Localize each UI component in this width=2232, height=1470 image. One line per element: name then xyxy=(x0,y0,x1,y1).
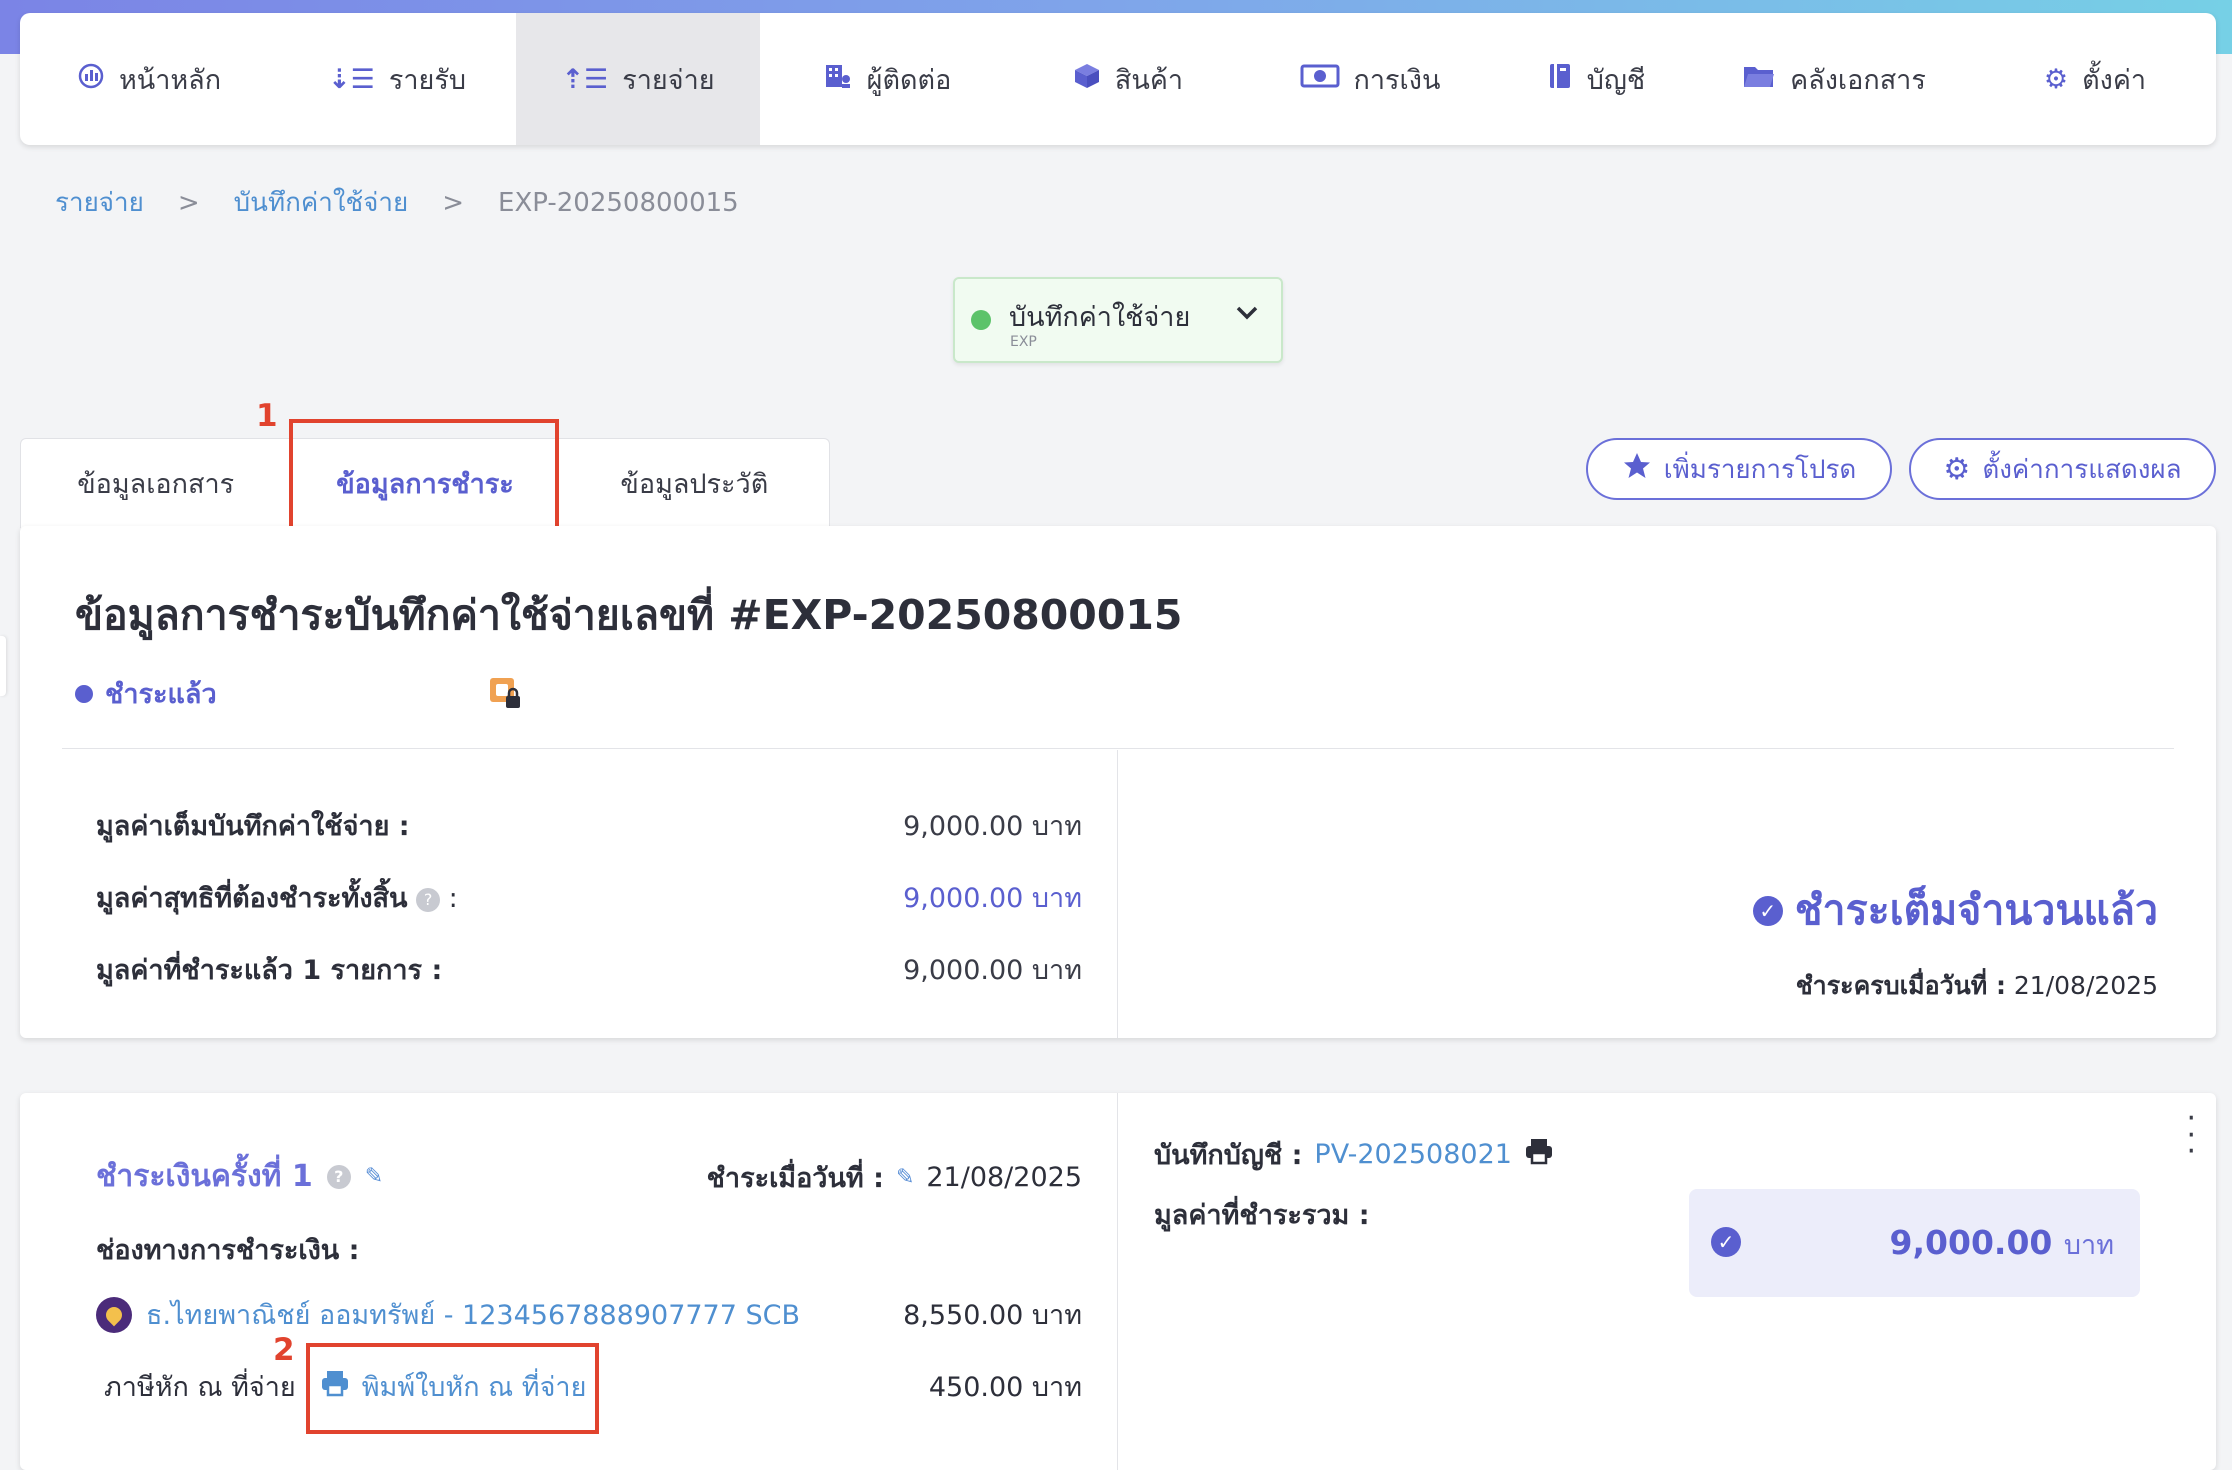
breadcrumb-current: EXP-20250800015 xyxy=(498,187,739,218)
edit-icon[interactable]: ✎ xyxy=(365,1164,383,1189)
tab-history-info[interactable]: ข้อมูลประวัติ xyxy=(560,439,829,528)
bank-payment-row: ธ.ไทยพาณิชย์ ออมทรัพย์ - 123456788890777… xyxy=(96,1293,1082,1336)
expense-list-icon: ⇡☰ xyxy=(561,63,609,95)
more-options-icon[interactable]: · · · xyxy=(2186,1104,2196,1167)
breadcrumb-separator: > xyxy=(177,187,200,218)
printer-icon[interactable] xyxy=(1524,1137,1554,1172)
paid-value-row: มูลค่าที่ชำระแล้ว 1 รายการ : 9,000.00 บา… xyxy=(96,955,1082,986)
check-circle-icon: ✓ xyxy=(1711,1227,1741,1257)
total-paid-label: มูลค่าที่ชำระรวม : xyxy=(1154,1200,1370,1231)
net-value-row: มูลค่าสุทธิที่ต้องชำระทั้งสิ้น ? : 9,000… xyxy=(96,883,1082,914)
gear-icon: ⚙ xyxy=(1943,451,1971,487)
page-title: ข้อมูลการชำระบันทึกค่าใช้จ่ายเลขที่ #EXP… xyxy=(75,591,1183,639)
ledger-icon xyxy=(1547,62,1573,97)
help-icon[interactable]: ? xyxy=(416,887,441,912)
document-type-code: EXP xyxy=(1010,334,1037,350)
payment-entry-title: ชำระเงินครั้งที่ 1 ? ✎ xyxy=(96,1159,384,1194)
paid-complete-date: ชำระครบเมื่อวันที่ : 21/08/2025 xyxy=(1795,971,2158,1000)
payment-date: ชำระเมื่อวันที่ : ✎ 21/08/2025 xyxy=(706,1162,1082,1194)
box-icon xyxy=(1073,62,1101,97)
tab-document-info[interactable]: ข้อมูลเอกสาร xyxy=(21,439,290,528)
document-type-label: บันทึกค่าใช้จ่าย xyxy=(1009,302,1191,333)
payment-channel-label: ช่องทางการชำระเงิน : xyxy=(96,1235,360,1266)
account-record-link[interactable]: PV-202508021 xyxy=(1314,1139,1512,1170)
chevron-down-icon xyxy=(1233,299,1261,335)
nav-item-documents[interactable]: คลังเอกสาร xyxy=(1694,13,1974,145)
add-favorite-button[interactable]: เพิ่มรายการโปรด xyxy=(1586,438,1892,500)
bank-account-link[interactable]: ธ.ไทยพาณิชย์ ออมทรัพย์ - 123456788890777… xyxy=(96,1293,800,1336)
highlight-box-1 xyxy=(289,419,559,532)
display-settings-button[interactable]: ⚙ ตั้งค่าการแสดงผล xyxy=(1909,438,2216,500)
side-panel-handle[interactable] xyxy=(0,636,6,696)
contacts-icon xyxy=(823,61,853,98)
nav-item-expense[interactable]: ⇡☰ รายจ่าย xyxy=(516,13,760,145)
star-icon xyxy=(1622,451,1652,488)
money-icon xyxy=(1300,63,1340,96)
status-dot xyxy=(75,684,93,703)
breadcrumb-expense[interactable]: รายจ่าย xyxy=(55,182,144,223)
highlight-box-2 xyxy=(306,1343,599,1434)
divider xyxy=(62,748,2174,749)
breadcrumb-expense-record[interactable]: บันทึกค่าใช้จ่าย xyxy=(234,182,409,223)
breadcrumb: รายจ่าย > บันทึกค่าใช้จ่าย > EXP-2025080… xyxy=(55,182,739,223)
account-record-row: บันทึกบัญชี : PV-202508021 xyxy=(1154,1133,1554,1176)
nav-item-home[interactable]: หน้าหลัก xyxy=(20,13,278,145)
status-dot xyxy=(971,310,991,330)
annotation-number-2: 2 xyxy=(273,1332,295,1368)
total-paid-box: ✓ 9,000.00 บาท xyxy=(1689,1189,2140,1297)
nav-item-finance[interactable]: การเงิน xyxy=(1242,13,1498,145)
dashboard-icon xyxy=(77,62,105,97)
locked-document-icon xyxy=(488,676,522,710)
main-nav: หน้าหลัก ⇣☰ รายรับ ⇡☰ รายจ่าย ผู้ติดต่อ … xyxy=(20,13,2216,145)
breadcrumb-separator: > xyxy=(442,187,465,218)
divider-vertical xyxy=(1117,1093,1118,1470)
nav-item-products[interactable]: สินค้า xyxy=(1014,13,1242,145)
help-icon[interactable]: ? xyxy=(326,1164,351,1189)
nav-item-accounting[interactable]: บัญชี xyxy=(1498,13,1694,145)
payment-summary-card: ข้อมูลการชำระบันทึกค่าใช้จ่ายเลขที่ #EXP… xyxy=(20,526,2216,1038)
edit-date-icon[interactable]: ✎ xyxy=(896,1165,914,1190)
check-circle-icon: ✓ xyxy=(1752,895,1783,926)
document-type-select[interactable]: บันทึกค่าใช้จ่าย EXP xyxy=(953,277,1283,363)
nav-item-contacts[interactable]: ผู้ติดต่อ xyxy=(760,13,1014,145)
folder-icon xyxy=(1742,62,1776,97)
divider-vertical xyxy=(1117,750,1118,1038)
bank-logo-icon xyxy=(96,1296,132,1333)
annotation-number-1: 1 xyxy=(256,398,278,434)
income-list-icon: ⇣☰ xyxy=(328,63,375,95)
nav-item-income[interactable]: ⇣☰ รายรับ xyxy=(278,13,516,145)
total-paid-value: 9,000.00 บาท xyxy=(1889,1223,2114,1262)
fully-paid-status: ✓ ชำระเต็มจำนวนแล้ว xyxy=(1752,878,2158,943)
full-value-row: มูลค่าเต็มบันทึกค่าใช้จ่าย : 9,000.00 บา… xyxy=(96,811,1082,842)
gear-icon: ⚙ xyxy=(2043,63,2069,95)
status-badge: ชำระแล้ว xyxy=(75,672,217,715)
nav-item-settings[interactable]: ⚙ ตั้งค่า xyxy=(1974,13,2216,145)
